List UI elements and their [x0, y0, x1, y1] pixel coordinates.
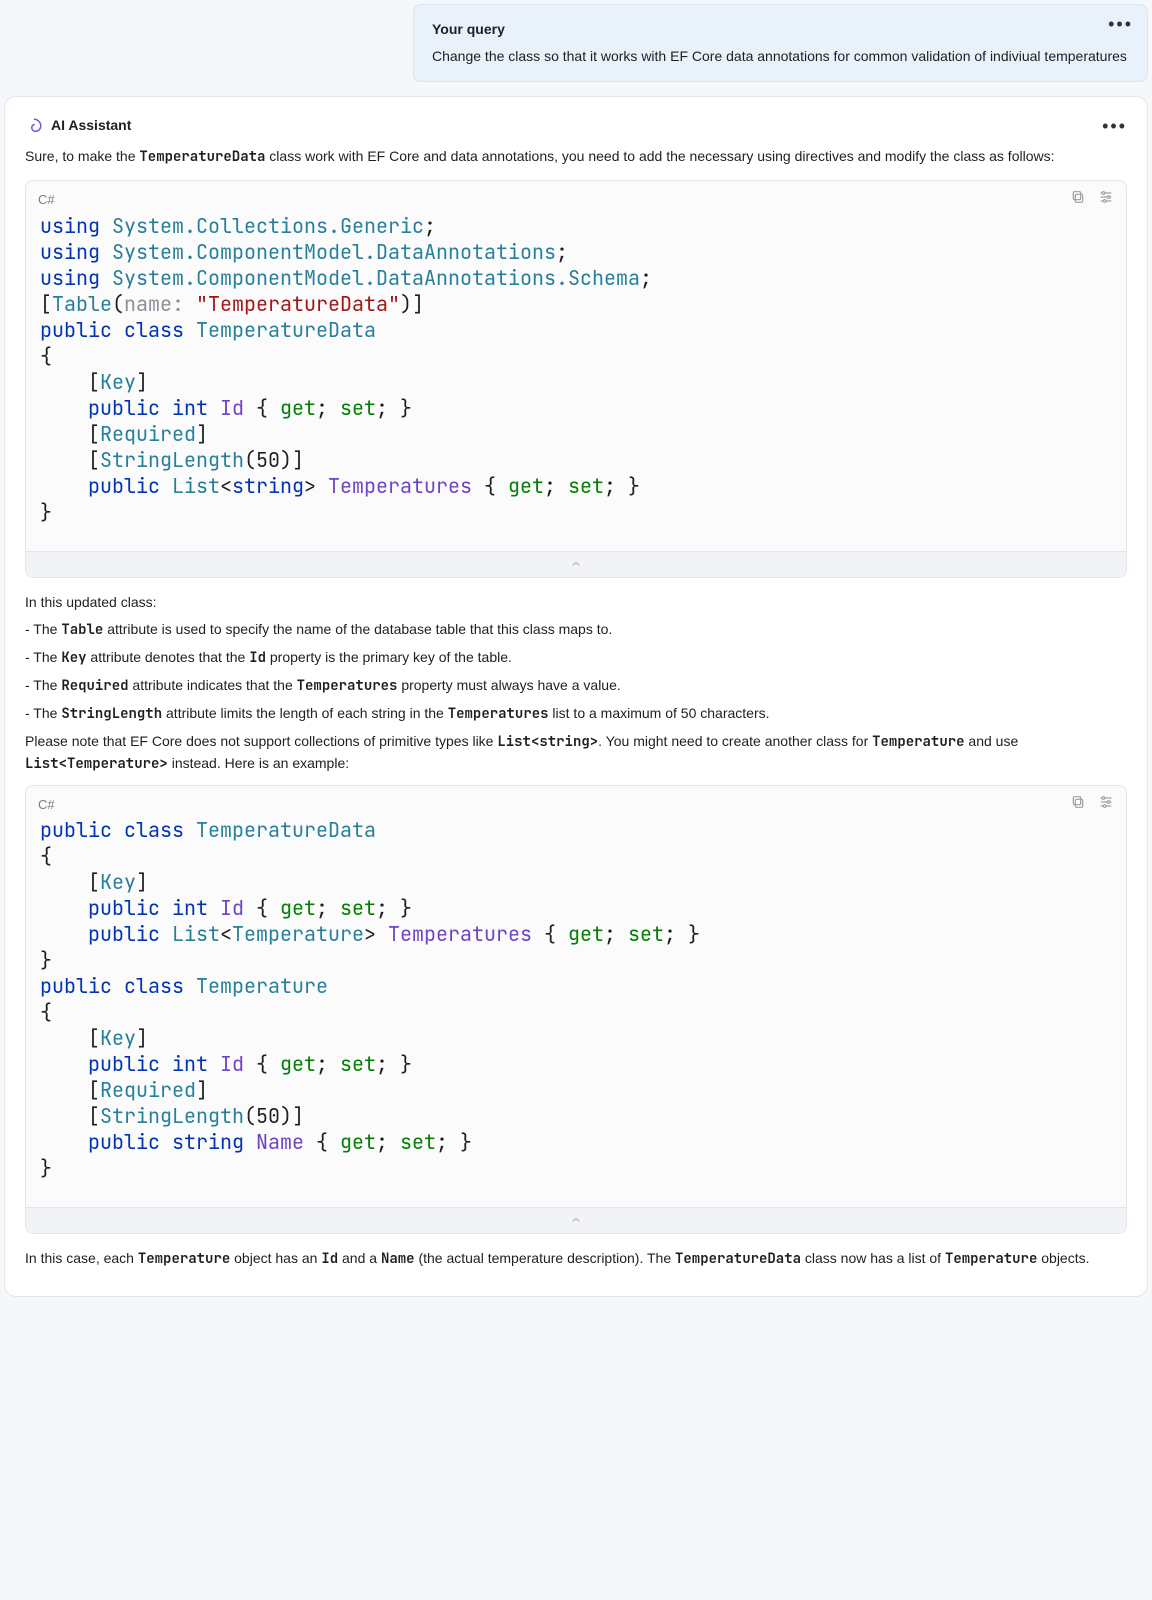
- code-content-1[interactable]: using System.Collections.Generic; using …: [26, 213, 1126, 551]
- code-block-2: C# public class TemperatureData { [Key] …: [25, 785, 1127, 1235]
- code-content-2[interactable]: public class TemperatureData { [Key] pub…: [26, 817, 1126, 1207]
- user-query-bubble: Your query Change the class so that it w…: [413, 4, 1148, 82]
- settings-icon[interactable]: [1098, 189, 1114, 211]
- copy-icon[interactable]: [1070, 794, 1086, 816]
- explanation-2: In this case, each Temperature object ha…: [25, 1248, 1127, 1270]
- text: Sure, to make the: [25, 148, 139, 164]
- code-lang-label: C#: [38, 795, 55, 815]
- query-title: Your query: [432, 19, 1129, 40]
- assistant-title: AI Assistant: [51, 115, 131, 136]
- assistant-answer-card: AI Assistant ••• Sure, to make the Tempe…: [4, 96, 1148, 1297]
- code-lang-label: C#: [38, 190, 55, 210]
- settings-icon[interactable]: [1098, 794, 1114, 816]
- query-text: Change the class so that it works with E…: [432, 46, 1129, 67]
- code-block-1: C# using System.Collections.Generic; usi…: [25, 180, 1127, 578]
- explain-lead: In this updated class:: [25, 592, 1127, 613]
- collapse-toggle[interactable]: [26, 1207, 1126, 1233]
- copy-icon[interactable]: [1070, 189, 1086, 211]
- assistant-swirl-icon: [25, 117, 43, 135]
- intro-paragraph: Sure, to make the TemperatureData class …: [25, 146, 1127, 168]
- collapse-toggle[interactable]: [26, 551, 1126, 577]
- more-icon[interactable]: •••: [1108, 15, 1133, 33]
- text: class work with EF Core and data annotat…: [265, 148, 1054, 164]
- more-icon[interactable]: •••: [1102, 117, 1127, 135]
- inline-code: TemperatureData: [139, 148, 265, 166]
- explanation-1: In this updated class: - The Table attri…: [25, 592, 1127, 775]
